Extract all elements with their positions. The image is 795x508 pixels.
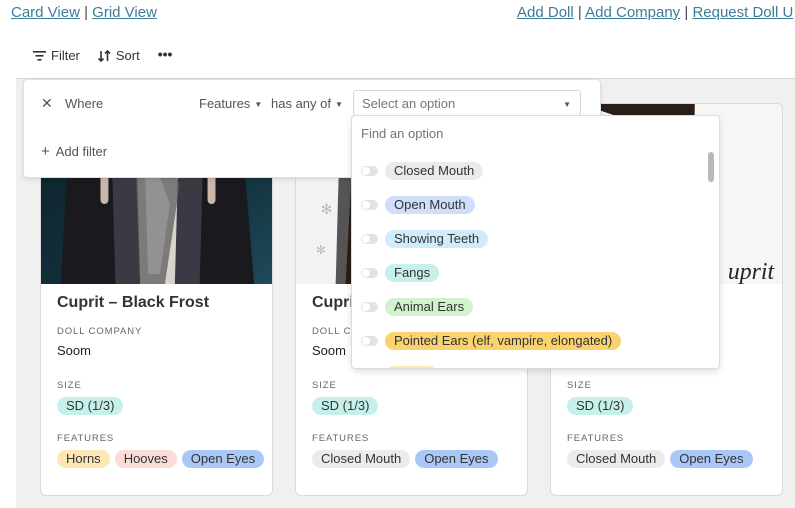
more-icon: ••• xyxy=(157,45,173,62)
filter-icon xyxy=(33,50,46,61)
option-pill: Fangs xyxy=(385,264,440,282)
toggle-icon[interactable] xyxy=(361,336,378,346)
features-field-label: FEATURES xyxy=(312,433,370,444)
toggle-icon[interactable] xyxy=(361,200,378,210)
operator-value: has any of xyxy=(271,96,331,111)
operator-select[interactable]: has any of ▼ xyxy=(271,96,343,111)
svg-text:✻: ✻ xyxy=(321,201,333,217)
action-links: Add Doll | Add Company | Request Doll U xyxy=(517,4,793,21)
field-value: Features xyxy=(199,96,251,111)
size-field-label: SIZE xyxy=(567,380,592,391)
plus-icon: + xyxy=(41,143,50,160)
feature-pill: Hooves xyxy=(114,450,177,468)
add-company-link[interactable]: Add Company xyxy=(585,4,680,21)
size-field-label: SIZE xyxy=(312,380,337,391)
svg-text:uprit: uprit xyxy=(728,259,776,284)
chevron-down-icon: ▼ xyxy=(563,100,571,109)
value-select[interactable]: Select an option ▼ xyxy=(353,90,581,116)
feature-pill: Open Eyes xyxy=(670,450,753,468)
feature-pill: Horns xyxy=(57,450,110,468)
option-item[interactable]: Showing Teeth xyxy=(361,222,699,256)
field-select[interactable]: Features ▼ xyxy=(199,96,262,111)
toggle-icon[interactable] xyxy=(361,268,378,278)
sort-label: Sort xyxy=(115,48,140,63)
request-doll-link[interactable]: Request Doll U xyxy=(692,4,793,21)
option-dropdown: Closed Mouth Open Mouth Showing Teeth Fa… xyxy=(352,116,719,368)
option-item[interactable]: Pointed Ears (elf, vampire, elongated) xyxy=(361,324,699,358)
size-field-label: SIZE xyxy=(57,380,82,391)
separator: | xyxy=(84,4,88,21)
option-pill: Animal Ears xyxy=(385,298,474,316)
separator: | xyxy=(684,4,689,21)
size-pill: SD (1/3) xyxy=(312,397,379,415)
feature-pill: Closed Mouth xyxy=(312,450,411,468)
sort-icon xyxy=(97,49,111,62)
value-placeholder: Select an option xyxy=(362,96,456,111)
feature-pill: Open Eyes xyxy=(415,450,498,468)
toolbar: Filter Sort ••• xyxy=(33,45,173,63)
sort-button[interactable]: Sort xyxy=(97,48,140,63)
option-item[interactable]: Animal Ears xyxy=(361,290,699,324)
where-label: Where xyxy=(65,96,104,111)
add-filter-label: Add filter xyxy=(55,144,108,159)
chevron-down-icon: ▼ xyxy=(335,100,343,109)
toggle-icon[interactable] xyxy=(361,302,378,312)
option-item[interactable]: Open Mouth xyxy=(361,188,699,222)
option-pill: Open Mouth xyxy=(385,196,475,214)
add-doll-link[interactable]: Add Doll xyxy=(517,4,574,21)
feature-pill: Open Eyes xyxy=(181,450,264,468)
filter-button[interactable]: Filter xyxy=(33,48,80,63)
size-pill: SD (1/3) xyxy=(57,397,124,415)
option-pill: Showing Teeth xyxy=(385,230,489,248)
features-field-label: FEATURES xyxy=(567,433,625,444)
scrollbar-thumb[interactable] xyxy=(708,152,714,182)
find-option-input[interactable] xyxy=(361,126,661,141)
option-item[interactable]: Fangs xyxy=(361,256,699,290)
remove-condition-icon[interactable]: ✕ xyxy=(41,95,53,112)
card-view-link[interactable]: Card View xyxy=(11,4,80,21)
option-pill: Pointed Ears (elf, vampire, elongated) xyxy=(385,332,622,350)
option-pill: Horns xyxy=(385,366,438,368)
option-item[interactable]: Closed Mouth xyxy=(361,154,699,188)
features-field-label: FEATURES xyxy=(57,433,115,444)
company-value: Soom xyxy=(57,343,91,358)
option-pill: Closed Mouth xyxy=(385,162,484,180)
size-pill: SD (1/3) xyxy=(567,397,634,415)
view-switcher: Card View | Grid View xyxy=(11,4,157,21)
svg-text:✻: ✻ xyxy=(316,243,326,257)
toggle-icon[interactable] xyxy=(361,166,378,176)
option-list: Closed Mouth Open Mouth Showing Teeth Fa… xyxy=(361,154,699,368)
toggle-icon[interactable] xyxy=(361,234,378,244)
option-item[interactable]: Horns xyxy=(361,358,699,368)
filter-label: Filter xyxy=(51,48,80,63)
more-options-button[interactable]: ••• xyxy=(157,45,173,62)
separator: | xyxy=(577,4,582,21)
chevron-down-icon: ▼ xyxy=(254,100,263,109)
add-filter-button[interactable]: + Add filter xyxy=(41,143,107,160)
company-field-label: DOLL COMPANY xyxy=(57,326,143,337)
card-title: Cuprit – Black Frost xyxy=(57,294,210,311)
grid-view-link[interactable]: Grid View xyxy=(92,4,157,21)
feature-pill: Closed Mouth xyxy=(567,450,666,468)
